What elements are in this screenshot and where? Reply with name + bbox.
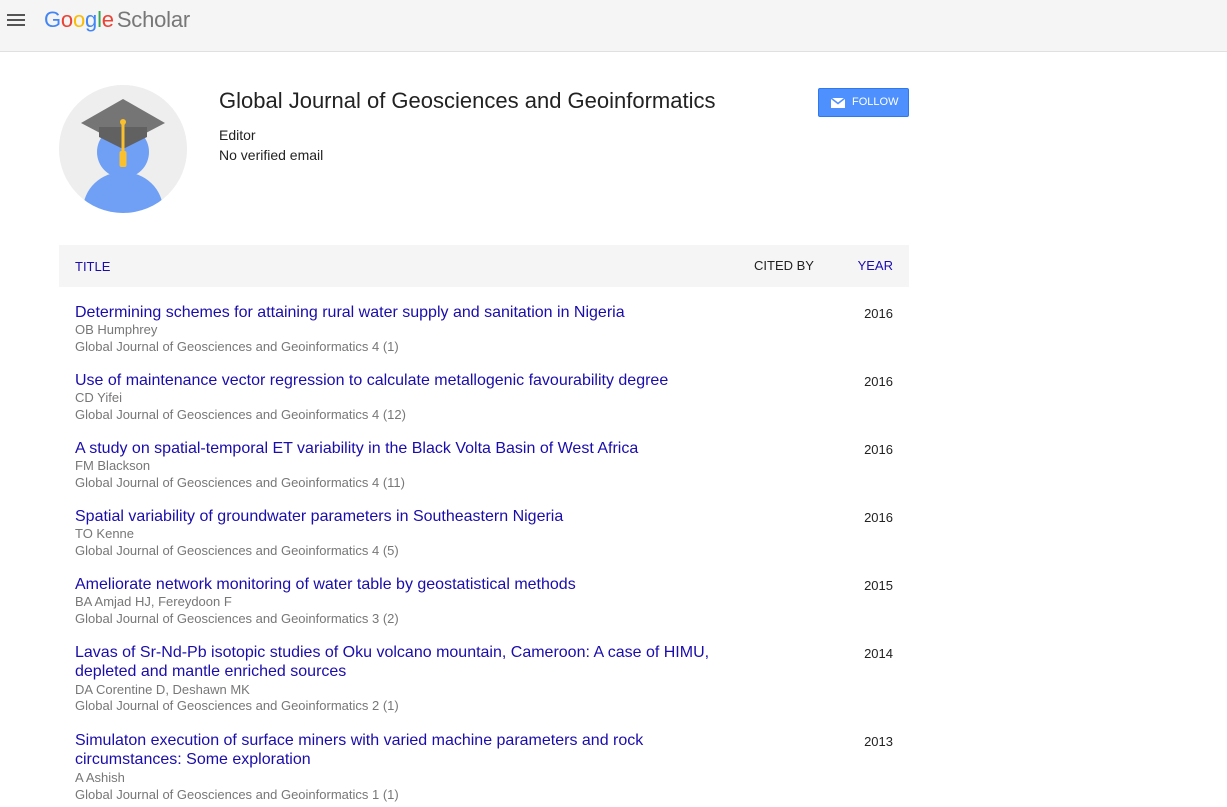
article-year: 2015 [864,578,893,593]
article-year: 2016 [864,374,893,389]
graduate-avatar-icon [59,85,187,213]
article-authors: DA Corentine D, Deshawn MK [75,682,250,697]
article-title-link[interactable]: Determining schemes for attaining rural … [75,303,735,322]
article-venue: Global Journal of Geosciences and Geoinf… [75,787,399,802]
article-venue: Global Journal of Geosciences and Geoinf… [75,611,399,626]
article-title-link[interactable]: Lavas of Sr-Nd-Pb isotopic studies of Ok… [75,643,735,681]
article-title-link[interactable]: Spatial variability of groundwater param… [75,507,735,526]
profile-avatar [59,85,187,213]
top-bar: Google Scholar [0,0,1227,52]
article-year: 2013 [864,734,893,749]
article-authors: OB Humphrey [75,322,158,337]
article-year: 2014 [864,646,893,661]
article-authors: A Ashish [75,770,125,785]
article-venue: Global Journal of Geosciences and Geoinf… [75,475,405,490]
sort-by-year-link[interactable]: YEAR [858,258,893,273]
cited-by-column-header: CITED BY [754,258,814,273]
article-venue: Global Journal of Geosciences and Geoinf… [75,339,399,354]
profile-affiliation: Editor [219,127,256,143]
mail-icon [831,98,845,108]
article-authors: BA Amjad HJ, Fereydoon F [75,594,232,609]
article-year: 2016 [864,306,893,321]
article-title-link[interactable]: Ameliorate network monitoring of water t… [75,575,735,594]
profile-name: Global Journal of Geosciences and Geoinf… [219,88,716,113]
follow-button-label: FOLLOW [852,96,899,108]
google-scholar-logo[interactable]: Google Scholar [44,6,190,34]
profile-email-status: No verified email [219,147,324,163]
article-venue: Global Journal of Geosciences and Geoinf… [75,407,406,422]
article-title-link[interactable]: A study on spatial-temporal ET variabili… [75,439,735,458]
article-year: 2016 [864,442,893,457]
hamburger-menu-icon[interactable] [5,11,27,29]
article-title-link[interactable]: Use of maintenance vector regression to … [75,371,735,390]
sort-by-title-link[interactable]: TITLE [75,259,110,274]
article-venue: Global Journal of Geosciences and Geoinf… [75,543,399,558]
article-authors: TO Kenne [75,526,135,541]
follow-button[interactable]: FOLLOW [818,88,909,117]
article-year: 2016 [864,510,893,525]
article-authors: FM Blackson [75,458,151,473]
article-title-link[interactable]: Simulaton execution of surface miners wi… [75,731,735,769]
article-venue: Global Journal of Geosciences and Geoinf… [75,698,399,713]
articles-table-header: TITLE CITED BY YEAR [59,245,909,287]
article-authors: CD Yifei [75,390,122,405]
